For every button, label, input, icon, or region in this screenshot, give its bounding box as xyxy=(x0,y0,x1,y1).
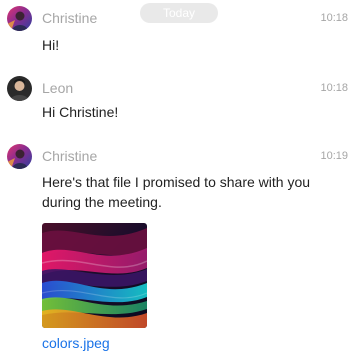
leon-avatar-icon[interactable] xyxy=(7,76,32,101)
attachment-file-link[interactable]: colors.jpeg xyxy=(42,334,110,352)
date-separator: Today xyxy=(140,3,218,23)
message-time: 10:19 xyxy=(320,150,348,162)
sender-name: Christine xyxy=(42,148,98,164)
sender-name: Leon xyxy=(42,80,74,96)
christine-avatar-icon[interactable] xyxy=(7,6,32,31)
message-time: 10:18 xyxy=(320,82,348,94)
message-text: Hi! xyxy=(42,37,60,53)
message-time: 10:18 xyxy=(320,12,348,24)
message-text: Here's that file I promised to share wit… xyxy=(42,174,311,210)
sender-name: Christine xyxy=(42,10,98,26)
image-thumbnail-icon[interactable] xyxy=(42,223,147,328)
message-text: Hi Christine! xyxy=(42,104,119,120)
christine-avatar-icon[interactable] xyxy=(7,144,32,169)
